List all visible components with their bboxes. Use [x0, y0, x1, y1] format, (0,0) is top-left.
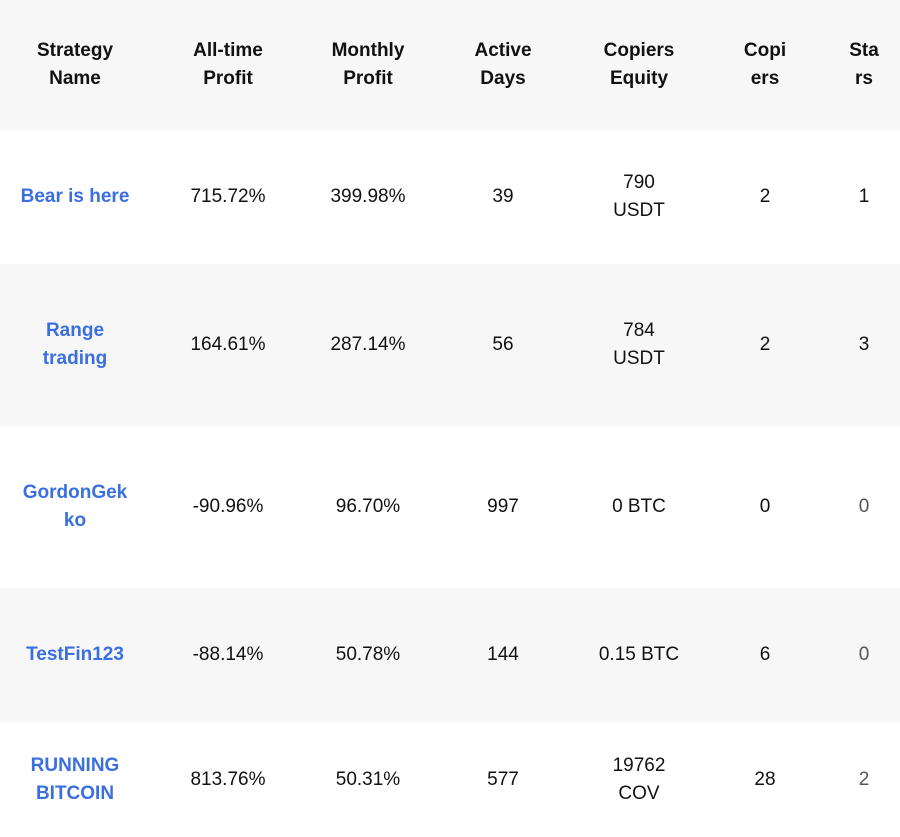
monthly-profit-cell: 50.78%: [306, 588, 430, 722]
active-days-cell: 56: [430, 264, 576, 426]
active-days-cell: 39: [492, 186, 514, 207]
header-stars[interactable]: Stars: [828, 0, 900, 130]
copiers-cell: 2: [702, 264, 828, 426]
copiers-cell: 28: [754, 768, 776, 790]
strategy-name-link[interactable]: GordonGekko: [0, 426, 150, 588]
header-copiers[interactable]: Copiers: [702, 0, 828, 130]
strategy-name-link[interactable]: RUNNING BITCOIN: [0, 722, 150, 837]
header-row: Strategy Name All-time Profit Monthly Pr…: [0, 0, 900, 130]
copiers-cell: 2: [759, 186, 771, 207]
monthly-profit-cell: 399.98%: [330, 186, 406, 207]
stars-cell: 3: [828, 264, 900, 426]
header-monthly-profit[interactable]: Monthly Profit: [306, 0, 430, 130]
copiers-equity-cell: 0.15 BTC: [576, 588, 702, 722]
strategy-name-link[interactable]: TestFin123: [0, 588, 150, 722]
all-time-profit-cell: 813.76%: [190, 768, 266, 790]
table-row: TestFin123 -88.14% 50.78% 144 0.15 BTC 6…: [0, 588, 900, 722]
header-copiers-equity[interactable]: Copiers Equity: [576, 0, 702, 130]
header-active-days[interactable]: Active Days: [430, 0, 576, 130]
active-days-cell: 577: [487, 768, 519, 790]
table-row: GordonGekko -90.96% 96.70% 997 0 BTC 0 0: [0, 426, 900, 588]
all-time-profit-cell: -88.14%: [150, 588, 306, 722]
strategy-table: Strategy Name All-time Profit Monthly Pr…: [0, 0, 900, 837]
all-time-profit-cell: -90.96%: [192, 496, 264, 517]
active-days-cell: 997: [487, 496, 519, 517]
stars-cell: 0: [858, 496, 870, 517]
monthly-profit-cell: 96.70%: [335, 496, 401, 517]
stars-cell: 2: [858, 768, 870, 790]
monthly-profit-cell: 287.14%: [306, 264, 430, 426]
stars-cell: 0: [828, 588, 900, 722]
header-all-time-profit[interactable]: All-time Profit: [150, 0, 306, 130]
header-strategy-name[interactable]: Strategy Name: [0, 0, 150, 130]
monthly-profit-cell: 50.31%: [335, 768, 401, 790]
copiers-cell: 0: [759, 496, 771, 517]
table-row: Bear is here 715.72% 399.98% 39 790 USDT…: [0, 130, 900, 264]
table-row: Range trading 164.61% 287.14% 56 784 USD…: [0, 264, 900, 426]
all-time-profit-cell: 715.72%: [190, 186, 266, 207]
copiers-equity-cell: 19762 COV: [612, 754, 666, 804]
active-days-cell: 144: [430, 588, 576, 722]
strategy-name-link[interactable]: Bear is here: [0, 130, 150, 264]
all-time-profit-cell: 164.61%: [150, 264, 306, 426]
stars-cell: 1: [858, 186, 870, 207]
copiers-equity-cell: 0 BTC: [612, 496, 666, 517]
copiers-cell: 6: [702, 588, 828, 722]
copiers-equity-cell: 790 USDT: [613, 172, 665, 221]
copiers-equity-cell: 784 USDT: [576, 264, 702, 426]
table-row: RUNNING BITCOIN 813.76% 50.31% 577 19762…: [0, 722, 900, 837]
strategy-name-link[interactable]: Range trading: [0, 264, 150, 426]
